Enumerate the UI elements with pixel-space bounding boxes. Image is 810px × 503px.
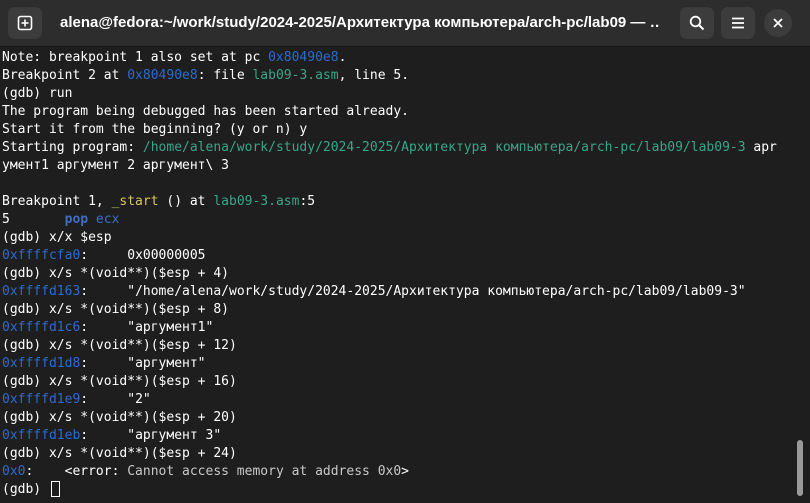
function-name: _start bbox=[111, 194, 159, 209]
line-text: :5 bbox=[299, 194, 316, 209]
line-text: : "аргумент" bbox=[80, 356, 206, 371]
terminal-line: (gdb) x/s *(void**)($esp + 12) bbox=[2, 338, 237, 353]
terminal-line: (gdb) x/s *(void**)($esp + 20) bbox=[2, 410, 237, 425]
scrollbar[interactable] bbox=[797, 440, 803, 496]
hamburger-menu-icon bbox=[732, 17, 744, 29]
terminal-line: 5 pop ecx bbox=[0, 211, 795, 229]
terminal-line: (gdb) run bbox=[2, 86, 73, 101]
search-icon bbox=[689, 15, 705, 31]
close-icon bbox=[773, 18, 783, 28]
address-text: 0xffffd1eb bbox=[2, 428, 81, 443]
search-button[interactable] bbox=[680, 7, 714, 39]
line-text: : "2" bbox=[80, 392, 151, 407]
line-text: : <error: bbox=[25, 464, 128, 479]
program-path: /home/alena/work/study/2024-2025/Архитек… bbox=[142, 140, 746, 155]
line-text: Breakpoint 1, bbox=[2, 194, 112, 209]
address-text: 0xffffd163 bbox=[2, 284, 81, 299]
line-text: : "аргумент 3" bbox=[80, 428, 222, 443]
terminal-line: (gdb) x/x $esp bbox=[2, 230, 112, 245]
terminal-line: (gdb) x/s *(void**)($esp + 4) bbox=[2, 266, 229, 281]
terminal-line: 0xffffd1e9: "2" bbox=[0, 391, 795, 409]
terminal-prompt-line[interactable]: (gdb) bbox=[0, 481, 795, 499]
register-text: ecx bbox=[88, 212, 120, 227]
address-text: 0xffffd1d8 bbox=[2, 356, 81, 371]
terminal-line: Start it from the beginning? (y or n) y bbox=[2, 122, 308, 137]
window-title: alena@fedora:~/work/study/2024-2025/Архи… bbox=[60, 14, 660, 31]
terminal-line: 0xffffd1c6: "аргумент1" bbox=[0, 319, 795, 337]
terminal-line: 0xffffd163: "/home/alena/work/study/2024… bbox=[0, 283, 795, 301]
terminal-line: умент1 аргумент 2 аргумент\ 3 bbox=[2, 158, 229, 173]
line-text: () at bbox=[158, 194, 214, 209]
terminal-window: alena@fedora:~/work/study/2024-2025/Архи… bbox=[0, 0, 810, 503]
terminal-line: (gdb) x/s *(void**)($esp + 24) bbox=[2, 446, 237, 461]
menu-button[interactable] bbox=[721, 7, 755, 39]
terminal-line: Starting program: /home/alena/work/study… bbox=[0, 139, 795, 157]
line-text: : "/home/alena/work/study/2024-2025/Архи… bbox=[80, 284, 746, 299]
address-text: 0x0 bbox=[2, 464, 26, 479]
terminal-line: The program being debugged has been star… bbox=[2, 104, 409, 119]
title-bar: alena@fedora:~/work/study/2024-2025/Архи… bbox=[0, 0, 810, 47]
terminal-line: 0xffffd1eb: "аргумент 3" bbox=[0, 427, 795, 445]
line-text: Starting program: bbox=[2, 140, 143, 155]
filename-text: lab09-3.asm bbox=[252, 68, 339, 83]
terminal-line: 0xffffcfa0: 0x00000005 bbox=[0, 247, 795, 265]
filename-text: lab09-3.asm bbox=[213, 194, 300, 209]
line-text: Breakpoint 2 at bbox=[2, 68, 128, 83]
line-text: : 0x00000005 bbox=[80, 248, 206, 263]
gdb-prompt: (gdb) bbox=[2, 482, 49, 497]
address-text: 0xffffd1c6 bbox=[2, 320, 81, 335]
terminal-line: 0xffffd1d8: "аргумент" bbox=[0, 355, 795, 373]
line-number: 5 bbox=[2, 212, 65, 227]
terminal-line: Note: breakpoint 1 also set at pc 0x8049… bbox=[0, 49, 795, 67]
terminal-line: Breakpoint 1, _start () at lab09-3.asm:5 bbox=[0, 193, 795, 211]
terminal-line: (gdb) x/s *(void**)($esp + 8) bbox=[2, 302, 229, 317]
instruction-keyword: pop bbox=[64, 212, 89, 227]
line-text: . bbox=[338, 50, 347, 65]
line-text: : "аргумент1" bbox=[80, 320, 214, 335]
line-text: > bbox=[401, 464, 409, 479]
terminal-line: Breakpoint 2 at 0x80490e8: file lab09-3.… bbox=[0, 67, 795, 85]
terminal-line: (gdb) x/s *(void**)($esp + 16) bbox=[2, 374, 237, 389]
error-message: Cannot access memory at address 0x0 bbox=[127, 464, 402, 479]
line-text: Note: breakpoint 1 also set at pc bbox=[2, 50, 269, 65]
terminal-line: 0x0: <error: Cannot access memory at add… bbox=[0, 463, 795, 481]
terminal-output[interactable]: Note: breakpoint 1 also set at pc 0x8049… bbox=[0, 49, 795, 503]
line-text: apr bbox=[745, 140, 777, 155]
address-text: 0xffffd1e9 bbox=[2, 392, 81, 407]
close-button[interactable] bbox=[764, 9, 792, 37]
line-text: : file bbox=[197, 68, 253, 83]
new-tab-icon bbox=[17, 15, 33, 31]
address-text: 0x80490e8 bbox=[127, 68, 198, 83]
new-tab-button[interactable] bbox=[8, 7, 42, 39]
address-text: 0x80490e8 bbox=[268, 50, 339, 65]
line-text: , line 5. bbox=[338, 68, 410, 83]
address-text: 0xffffcfa0 bbox=[2, 248, 81, 263]
text-cursor bbox=[50, 481, 60, 497]
